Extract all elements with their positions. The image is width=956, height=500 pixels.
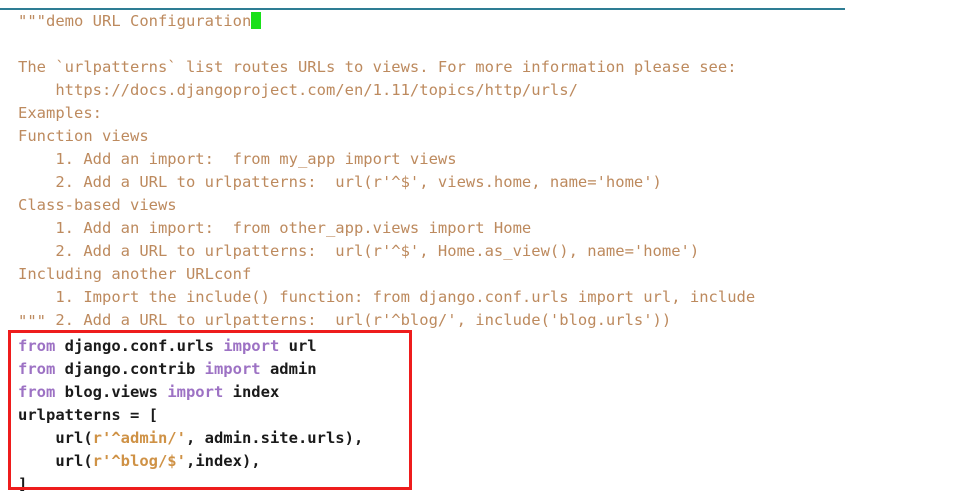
docstring-open-text: """demo URL Configuration [18, 12, 252, 30]
keyword-from: from [18, 383, 56, 401]
keyword-from: from [18, 360, 56, 378]
code-line-14[interactable]: 2. Add a URL to urlpatterns: url(r'^blog… [18, 309, 671, 332]
code-line-10[interactable]: 1. Add an import: from other_app.views i… [18, 217, 531, 240]
code-line-11[interactable]: 2. Add a URL to urlpatterns: url(r'^$', … [18, 240, 699, 263]
code-line-12[interactable]: Including another URLconf [18, 263, 251, 286]
imported-name: admin [260, 360, 317, 378]
list-close-bracket: ] [18, 475, 28, 493]
code-line-17[interactable]: from django.contrib import admin [18, 358, 317, 381]
keyword-from: from [18, 337, 56, 355]
code-line-16[interactable]: from django.conf.urls import url [18, 335, 317, 358]
code-line-7[interactable]: 1. Add an import: from my_app import vie… [18, 148, 456, 171]
text-caret [251, 12, 262, 29]
imported-name: url [279, 337, 317, 355]
code-line-8[interactable]: 2. Add a URL to urlpatterns: url(r'^$', … [18, 171, 662, 194]
regex-string: r'^admin/' [92, 429, 186, 447]
module-path: django.contrib [55, 360, 205, 378]
imported-name: index [223, 383, 280, 401]
url-call-suffix: , admin.site.urls), [185, 429, 364, 447]
keyword-import: import [223, 337, 280, 355]
module-path: blog.views [55, 383, 168, 401]
module-path: django.conf.urls [55, 337, 224, 355]
code-line-21[interactable]: url(r'^blog/$',index), [18, 450, 261, 473]
urlpatterns-assignment: urlpatterns = [ [18, 406, 158, 424]
url-call-prefix: url( [18, 452, 93, 470]
code-line-3[interactable]: The `urlpatterns` list routes URLs to vi… [18, 56, 737, 79]
code-line-13[interactable]: 1. Import the include() function: from d… [18, 286, 755, 309]
url-call-prefix: url( [18, 429, 93, 447]
keyword-import: import [204, 360, 261, 378]
code-line-18[interactable]: from blog.views import index [18, 381, 279, 404]
regex-string: r'^blog/$' [92, 452, 186, 470]
code-line-20[interactable]: url(r'^admin/', admin.site.urls), [18, 427, 363, 450]
code-editor-surface[interactable]: """demo URL Configuration The `urlpatter… [0, 10, 956, 500]
code-line-19[interactable]: urlpatterns = [ [18, 404, 158, 427]
code-line-5[interactable]: Examples: [18, 102, 102, 125]
code-line-22[interactable]: ] [18, 473, 27, 496]
url-call-suffix: ,index), [185, 452, 261, 470]
code-line-6[interactable]: Function views [18, 125, 149, 148]
code-line-1[interactable]: """demo URL Configuration [18, 10, 262, 33]
code-line-9[interactable]: Class-based views [18, 194, 177, 217]
keyword-import: import [167, 383, 224, 401]
code-line-15[interactable]: """ [18, 310, 46, 333]
code-line-4[interactable]: https://docs.djangoproject.com/en/1.11/t… [18, 79, 578, 102]
